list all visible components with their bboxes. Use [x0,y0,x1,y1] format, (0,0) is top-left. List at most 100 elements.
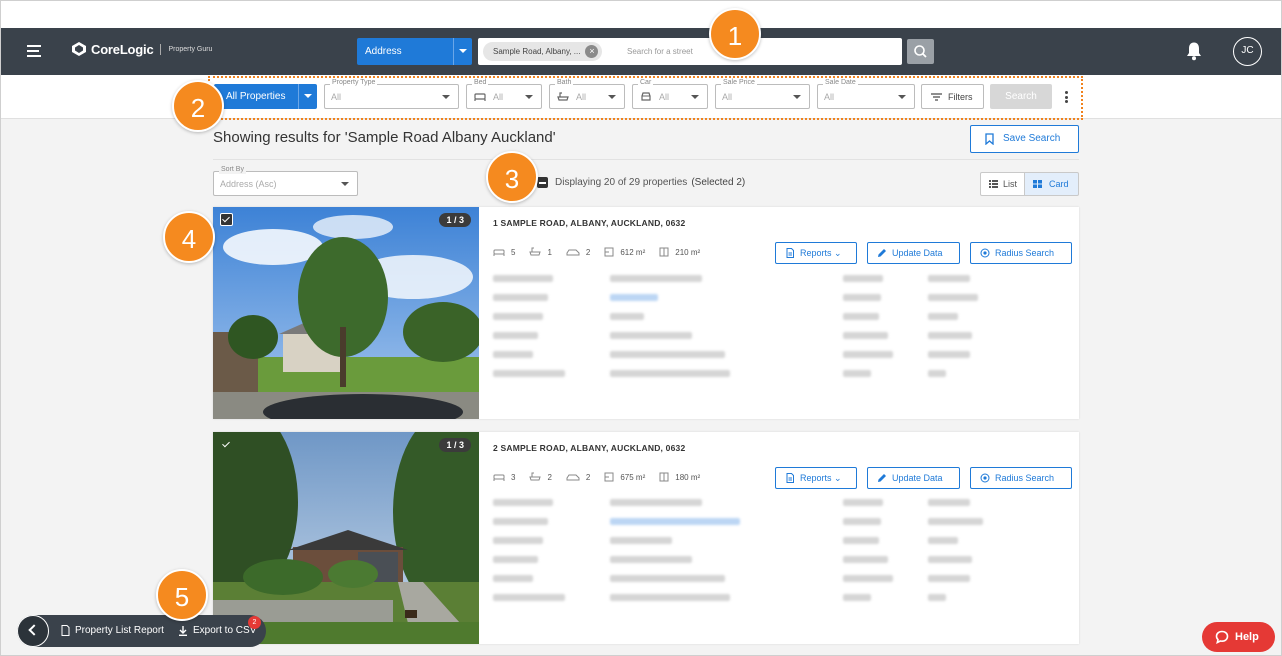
export-csv-label: Export to CSV [193,625,257,636]
baths-value: 1 [547,247,552,257]
floor-attr: 210 m² [659,247,700,257]
land-area-icon [604,472,614,482]
help-button[interactable]: Help [1202,622,1275,652]
property-attributes: 3 2 2 675 m² 180 m² [493,472,714,482]
update-data-button[interactable]: Update Data [867,467,960,489]
floor-area-icon [659,472,669,482]
collapse-button[interactable] [17,615,49,647]
search-chip-label: Sample Road, Albany, ... [493,47,581,56]
property-photo-image [213,432,479,644]
export-badge: 2 [248,616,261,629]
bed-icon [493,474,505,481]
photo-count: 1 / 3 [439,213,471,227]
divider [213,159,1079,160]
save-search-button[interactable]: Save Search [970,125,1079,153]
beds-value: 3 [511,472,516,482]
baths-attr: 2 [529,472,552,482]
floor-attr: 180 m² [659,472,700,482]
property-photo[interactable]: 1 / 3 [213,207,479,419]
brand-name: CoreLogic [91,41,154,57]
bookmark-icon [985,133,994,145]
radius-search-button[interactable]: Radius Search [970,467,1072,489]
car-icon [566,249,580,256]
floor-area-icon [659,247,669,257]
bell-icon[interactable] [1185,41,1203,61]
property-address[interactable]: 2 SAMPLE ROAD, ALBANY, AUCKLAND, 0632 [493,443,685,453]
land-attr: 612 m² [604,247,645,257]
logo[interactable]: CoreLogic Property Guru [71,41,212,57]
callout-marker: 3 [486,151,538,203]
property-attributes: 5 1 2 612 m² 210 m² [493,247,714,257]
land-attr: 675 m² [604,472,645,482]
reports-button[interactable]: Reports ⌄ [775,242,857,264]
pencil-icon [878,474,886,482]
save-search-label: Save Search [1003,133,1061,144]
filter-highlight [208,76,1083,120]
search-chip[interactable]: Sample Road, Albany, ... × [483,42,603,61]
display-count: Displaying 20 of 29 properties (Selected… [537,177,745,188]
property-checkbox[interactable] [220,213,233,226]
display-count-text: Displaying 20 of 29 properties [555,177,688,188]
callout-marker: 4 [163,211,215,263]
search-placeholder: Search for a street [627,47,693,56]
cars-value: 2 [585,472,591,482]
update-data-label: Update Data [892,248,943,258]
search-type-button[interactable]: Address [357,38,453,65]
list-view-button[interactable]: List [980,172,1025,196]
pencil-icon [878,249,886,257]
radius-search-label: Radius Search [995,248,1055,258]
land-value: 612 m² [620,247,646,257]
callout-marker: 1 [709,8,761,60]
avatar[interactable]: JC [1233,37,1262,66]
list-icon [989,180,998,188]
property-list-report-button[interactable]: Property List Report [61,625,164,636]
land-area-icon [604,247,614,257]
card-view-label: Card [1049,179,1069,189]
cars-attr: 2 [566,247,590,257]
car-icon [566,474,580,481]
floor-value: 180 m² [675,472,701,482]
search-icon [914,45,927,58]
property-address[interactable]: 1 SAMPLE ROAD, ALBANY, AUCKLAND, 0632 [493,218,685,228]
bed-icon [493,249,505,256]
cars-attr: 2 [566,472,590,482]
document-icon [61,625,70,636]
bath-icon [529,247,542,256]
top-strip [1,1,1281,28]
corelogic-logo-icon [72,42,86,56]
update-data-label: Update Data [892,473,943,483]
grid-icon [1033,180,1042,188]
property-photo[interactable]: 1 / 3 [213,432,479,644]
download-icon [179,625,187,636]
results-heading: Showing results for 'Sample Road Albany … [213,129,556,146]
property-card[interactable]: 1 / 3 1 SAMPLE ROAD, ALBANY, AUCKLAND, 0… [213,207,1079,419]
export-csv-button[interactable]: Export to CSV [178,625,256,636]
bath-icon [529,472,542,481]
sort-select[interactable]: Sort By Address (Asc) [213,165,358,196]
chevron-down-icon: ⌄ [834,248,842,258]
app-window: CoreLogic Property Guru Address Sample R… [0,0,1282,656]
search-input[interactable]: Sample Road, Albany, ... × Search for a … [478,38,902,65]
search-button[interactable] [907,39,934,64]
chat-bubble-icon [1215,630,1229,644]
card-view-button[interactable]: Card [1025,172,1079,196]
brand-sub: Property Guru [168,45,213,53]
close-icon[interactable]: × [585,45,599,58]
chevron-down-icon [459,49,467,53]
chevron-left-icon [28,624,40,636]
update-data-button[interactable]: Update Data [867,242,960,264]
radius-search-button[interactable]: Radius Search [970,242,1072,264]
document-icon [786,248,794,258]
reports-button[interactable]: Reports ⌄ [775,467,857,489]
search-type-dropdown[interactable] [453,38,472,65]
property-card[interactable]: 1 / 3 2 SAMPLE ROAD, ALBANY, AUCKLAND, 0… [213,432,1079,644]
beds-value: 5 [511,247,516,257]
selected-count: (Selected 2) [691,177,746,188]
radius-icon [980,248,990,258]
callout-marker: 2 [172,80,224,132]
baths-value: 2 [547,472,552,482]
property-checkbox[interactable] [220,438,233,451]
chevron-down-icon [341,182,349,186]
menu-icon[interactable] [27,45,41,57]
select-all-checkbox[interactable] [537,177,548,188]
